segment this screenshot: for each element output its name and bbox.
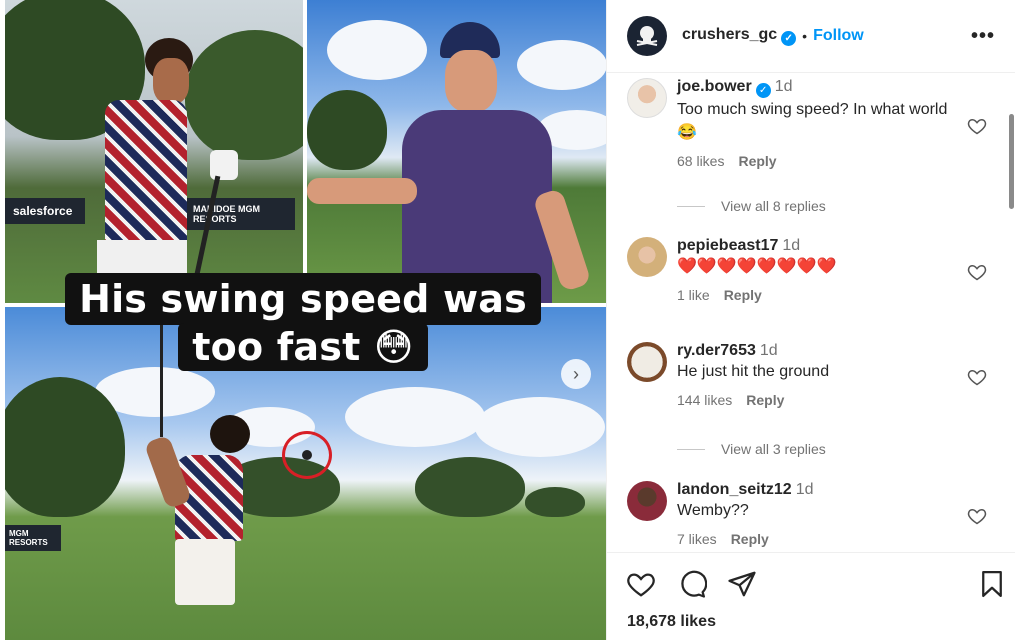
comment-username[interactable]: landon_seitz12 — [677, 481, 792, 498]
post-likes-count[interactable]: 18,678 likes — [627, 613, 716, 631]
avatar[interactable] — [627, 342, 667, 382]
comments-scrollbar[interactable] — [1007, 74, 1015, 551]
next-media-button[interactable]: › — [561, 359, 591, 389]
bookmark-icon[interactable] — [977, 569, 1007, 599]
heart-icon[interactable] — [626, 569, 656, 599]
comment-likes[interactable]: 144 likes — [677, 392, 732, 408]
follow-button[interactable]: Follow — [813, 27, 864, 45]
photo-top-right — [307, 0, 606, 303]
avatar[interactable] — [627, 481, 667, 521]
view-replies-button[interactable]: View all 8 replies — [677, 198, 826, 214]
comments-list[interactable]: joe.bower ✓ 1d Too much swing speed? In wh… — [607, 74, 1015, 551]
comment-username[interactable]: pepiebeast17 — [677, 237, 778, 254]
caption-line-2: too fast 😳 — [178, 323, 428, 371]
photo-top-left: salesforce MARIDOE MGM RESORTS — [5, 0, 303, 303]
ball-highlight-circle — [282, 431, 332, 479]
heart-icon[interactable] — [967, 367, 987, 387]
post-media[interactable]: salesforce MARIDOE MGM RESORTS MGM RESOR… — [0, 0, 606, 640]
reply-button[interactable]: Reply — [746, 392, 784, 408]
avatar[interactable] — [627, 16, 667, 56]
post-username[interactable]: crushers_gc ✓ — [682, 26, 797, 46]
avatar[interactable] — [627, 237, 667, 277]
avatar[interactable] — [627, 78, 667, 118]
crushers-logo-icon — [636, 26, 658, 46]
reply-button[interactable]: Reply — [731, 531, 769, 547]
caption-line-1: His swing speed was — [65, 273, 541, 325]
comment-icon[interactable] — [677, 569, 708, 599]
more-options-icon[interactable]: ••• — [971, 25, 995, 48]
comment-text: Too much swing speed? In what world 😂 — [677, 101, 948, 141]
comment-text: Wemby?? — [677, 502, 749, 519]
username-text: crushers_gc — [682, 26, 778, 43]
scrollbar-thumb[interactable] — [1009, 114, 1014, 209]
heart-icon[interactable] — [967, 116, 987, 136]
verified-badge-icon: ✓ — [755, 83, 771, 98]
comment-time: 1d — [774, 78, 793, 95]
comment-username[interactable]: ry.der7653 — [677, 342, 756, 359]
heart-icon[interactable] — [967, 262, 987, 282]
video-caption: His swing speed was too fast 😳 — [0, 273, 606, 371]
comment-time: 1d — [759, 342, 778, 359]
chevron-right-icon: › — [573, 363, 579, 384]
send-icon[interactable] — [727, 569, 757, 599]
post-actions-bar: 18,678 likes — [607, 552, 1015, 640]
comment-username[interactable]: joe.bower — [677, 78, 752, 95]
comment-likes[interactable]: 68 likes — [677, 153, 724, 169]
sponsor-sign: MGM RESORTS — [5, 525, 61, 551]
sponsor-sign: salesforce — [5, 198, 85, 224]
comment-likes[interactable]: 7 likes — [677, 531, 717, 547]
verified-badge-icon: ✓ — [781, 31, 797, 46]
heart-icon[interactable] — [967, 506, 987, 526]
comment-time: 1d — [795, 481, 814, 498]
reply-button[interactable]: Reply — [724, 287, 762, 303]
comment-text: ❤️❤️❤️❤️❤️❤️❤️❤️ — [677, 258, 837, 275]
post-header: crushers_gc ✓ • Follow ••• — [607, 0, 1015, 73]
sponsor-sign: MARIDOE MGM RESORTS — [185, 198, 295, 230]
reply-button[interactable]: Reply — [738, 153, 776, 169]
comment-likes[interactable]: 1 like — [677, 287, 710, 303]
post-side-panel: crushers_gc ✓ • Follow ••• joe.bower ✓ 1d T… — [606, 0, 1015, 640]
comment-text: He just hit the ground — [677, 363, 830, 380]
view-replies-button[interactable]: View all 3 replies — [677, 441, 826, 457]
comment-time: 1d — [782, 237, 801, 254]
separator-dot: • — [802, 28, 808, 44]
